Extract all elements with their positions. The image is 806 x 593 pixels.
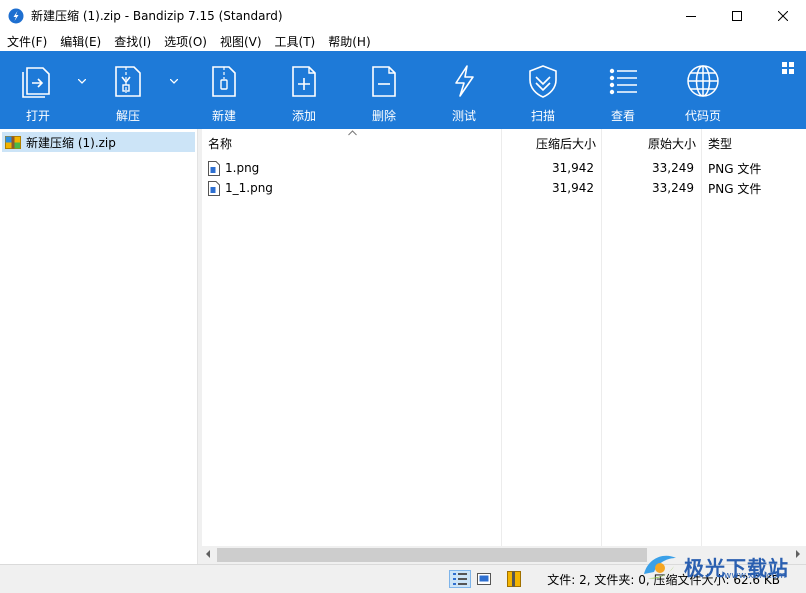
thumbnail-view-icon — [477, 573, 491, 585]
column-header-compressed[interactable]: 压缩后大小 — [502, 129, 596, 157]
compressed-size: 31,942 — [552, 181, 594, 195]
extract-dropdown-icon[interactable] — [170, 79, 178, 84]
menu-file[interactable]: 文件(F) — [0, 33, 53, 50]
scrollbar-thumb[interactable] — [217, 548, 647, 562]
archive-tree: 新建压缩 (1).zip — [0, 129, 198, 564]
new-button[interactable]: 新建 — [200, 51, 248, 129]
add-file-icon — [292, 66, 316, 97]
minimize-button[interactable] — [668, 0, 714, 31]
scan-shield-icon — [529, 65, 557, 98]
table-row[interactable]: 1_1.png 31,942 33,249 PNG 文件 — [202, 178, 806, 198]
close-icon — [778, 10, 788, 21]
new-label: 新建 — [211, 109, 236, 123]
minimize-icon — [686, 15, 696, 17]
test-label: 测试 — [451, 109, 476, 123]
view-button[interactable]: 查看 — [599, 51, 647, 129]
add-button[interactable]: 添加 — [280, 51, 328, 129]
png-file-icon — [208, 180, 220, 196]
tree-item-archive[interactable]: 新建压缩 (1).zip — [2, 132, 195, 152]
scroll-left-icon[interactable] — [204, 549, 212, 559]
open-dropdown-icon[interactable] — [78, 79, 86, 84]
bandizip-logo-icon — [8, 8, 24, 23]
title-bar: 新建压缩 (1).zip - Bandizip 7.15 (Standard) — [0, 0, 806, 31]
test-button[interactable]: 测试 — [440, 51, 488, 129]
menu-find[interactable]: 查找(I) — [107, 33, 157, 50]
maximize-icon — [732, 10, 742, 21]
png-file-icon — [208, 160, 220, 176]
details-view-button[interactable] — [449, 570, 471, 588]
menu-edit[interactable]: 编辑(E) — [53, 33, 107, 50]
watermark: 极光下载站 — [640, 541, 806, 591]
extract-label: 解压 — [115, 109, 140, 123]
menu-help[interactable]: 帮助(H) — [321, 33, 376, 50]
new-archive-icon — [212, 66, 236, 97]
layout-grid-icon[interactable] — [782, 62, 794, 74]
original-size: 33,249 — [652, 161, 694, 175]
tree-item-label: 新建压缩 (1).zip — [26, 135, 116, 150]
menu-options[interactable]: 选项(O) — [157, 33, 213, 50]
original-size: 33,249 — [652, 181, 694, 195]
thumbnail-view-button[interactable] — [473, 570, 495, 588]
view-list-icon — [609, 68, 637, 95]
codepage-button[interactable]: 代码页 — [679, 51, 727, 129]
column-header-type[interactable]: 类型 — [708, 129, 804, 157]
scan-label: 扫描 — [530, 109, 555, 123]
open-button[interactable]: 打开 — [14, 51, 62, 129]
extract-button[interactable]: 解压 — [104, 51, 152, 129]
codepage-label: 代码页 — [684, 109, 721, 123]
file-name: 1_1.png — [225, 181, 273, 195]
archive-info-icon[interactable] — [507, 571, 521, 587]
maximize-button[interactable] — [714, 0, 760, 31]
open-archive-icon — [22, 67, 50, 98]
column-header-name[interactable]: 名称 — [208, 129, 498, 157]
window-title: 新建压缩 (1).zip - Bandizip 7.15 (Standard) — [31, 9, 283, 23]
watermark-url: www.xz7.com — [724, 571, 786, 581]
compressed-size: 31,942 — [552, 161, 594, 175]
details-view-icon — [453, 573, 467, 585]
delete-label: 删除 — [371, 109, 396, 123]
toolbar: 打开 解压 新建 添加 删除 测试 扫描 查看 代码页 — [0, 51, 806, 129]
file-list: 名称 压缩后大小 原始大小 类型 1.png 31,942 33,249 PNG… — [202, 129, 806, 546]
zip-archive-icon — [5, 136, 21, 149]
extract-icon — [115, 66, 141, 97]
delete-button[interactable]: 删除 — [360, 51, 408, 129]
add-label: 添加 — [291, 109, 316, 123]
scan-button[interactable]: 扫描 — [519, 51, 567, 129]
table-row[interactable]: 1.png 31,942 33,249 PNG 文件 — [202, 158, 806, 178]
file-name: 1.png — [225, 161, 260, 175]
menu-tools[interactable]: 工具(T) — [268, 33, 322, 50]
codepage-globe-icon — [687, 65, 719, 97]
view-label: 查看 — [610, 109, 635, 123]
file-type: PNG 文件 — [708, 181, 762, 196]
menu-view[interactable]: 视图(V) — [213, 33, 268, 50]
close-button[interactable] — [760, 0, 806, 31]
open-label: 打开 — [25, 109, 50, 123]
menu-bar: 文件(F) 编辑(E) 查找(I) 选项(O) 视图(V) 工具(T) 帮助(H… — [0, 31, 806, 51]
column-header-original[interactable]: 原始大小 — [602, 129, 696, 157]
delete-file-icon — [372, 66, 396, 97]
test-lightning-icon — [455, 65, 474, 97]
file-type: PNG 文件 — [708, 161, 762, 176]
watermark-logo-icon — [644, 555, 676, 579]
